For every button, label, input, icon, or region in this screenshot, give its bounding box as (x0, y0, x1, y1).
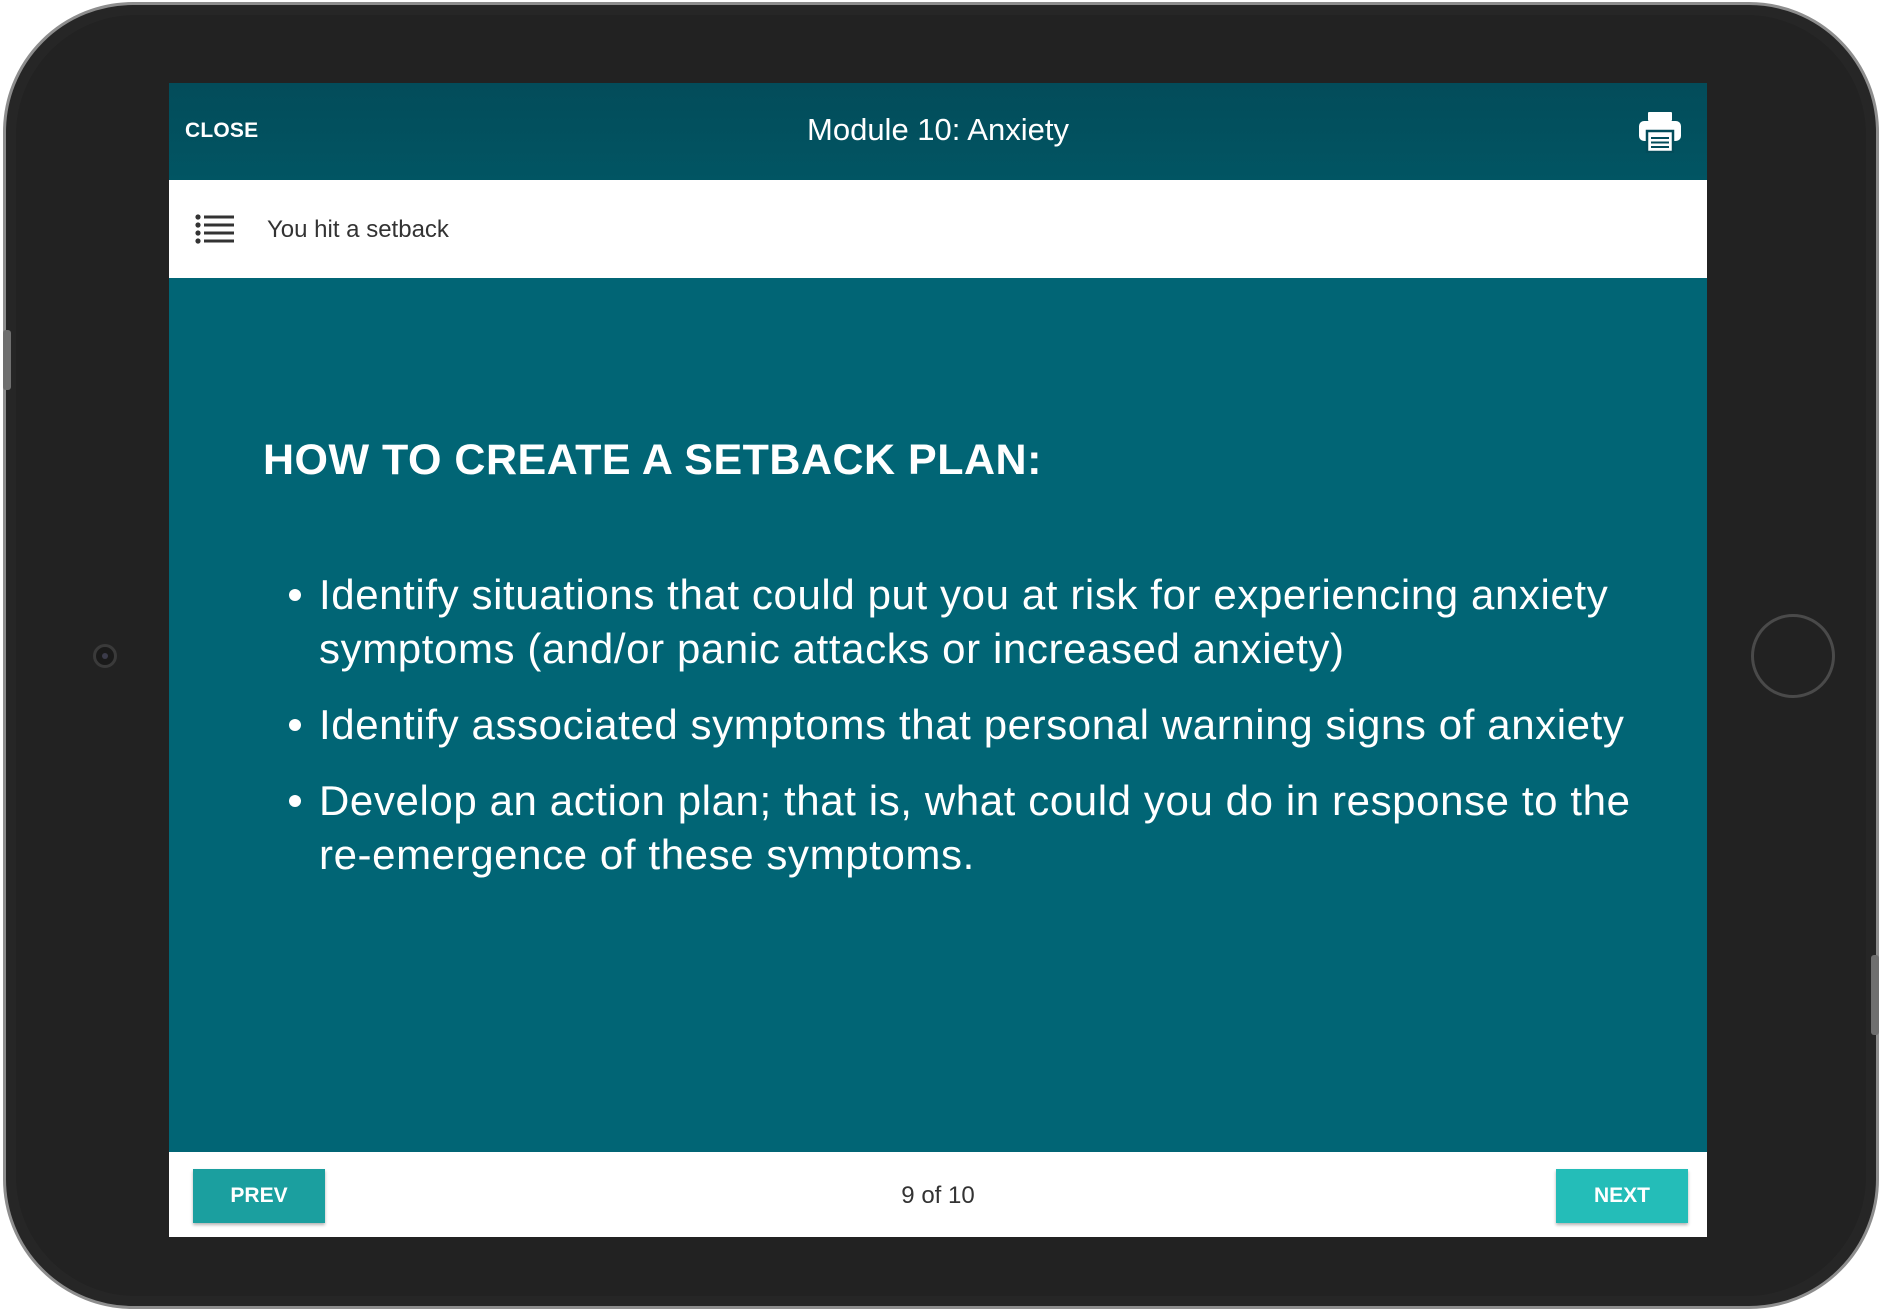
page-indicator: 9 of 10 (901, 1182, 975, 1209)
section-title: You hit a setback (267, 216, 449, 243)
bullet-list: Identify situations that could put you a… (289, 568, 1649, 904)
footer-nav: PREV 9 of 10 NEXT (169, 1152, 1707, 1237)
next-button[interactable]: NEXT (1556, 1169, 1688, 1223)
bullet-icon (289, 795, 301, 807)
list-item: Develop an action plan; that is, what co… (289, 774, 1649, 882)
list-item: Identify associated symptoms that person… (289, 698, 1649, 752)
section-header: You hit a setback (169, 180, 1707, 278)
bullet-text: Develop an action plan; that is, what co… (319, 777, 1631, 878)
home-button[interactable] (1751, 614, 1835, 698)
bullet-icon (289, 589, 301, 601)
slide-content: HOW TO CREATE A SETBACK PLAN: Identify s… (169, 278, 1707, 1152)
printer-icon[interactable] (1638, 111, 1682, 154)
bullet-text: Identify associated symptoms that person… (319, 701, 1625, 748)
list-item: Identify situations that could put you a… (289, 568, 1649, 676)
bullet-text: Identify situations that could put you a… (319, 571, 1609, 672)
content-heading: HOW TO CREATE A SETBACK PLAN: (263, 436, 1042, 484)
module-title: Module 10: Anxiety (807, 112, 1069, 147)
list-menu-icon[interactable] (195, 214, 235, 244)
side-button-left (3, 330, 11, 390)
app-screen: CLOSE Module 10: Anxiety You hit a setba… (169, 83, 1707, 1237)
bullet-icon (289, 719, 301, 731)
camera-icon (93, 644, 117, 668)
top-bar: CLOSE Module 10: Anxiety (169, 83, 1707, 180)
side-button-right (1871, 955, 1879, 1035)
stage: CLOSE Module 10: Anxiety You hit a setba… (0, 0, 1882, 1313)
